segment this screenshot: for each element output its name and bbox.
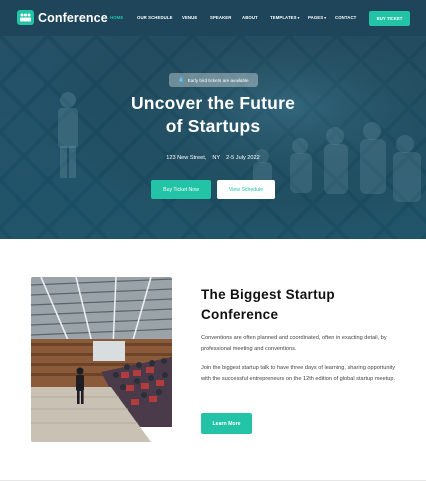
event-address: 123 New Street, [166,155,207,161]
early-bird-badge: 💧 Early bird tickets are available [169,73,258,87]
about-paragraph-1: Conventions are often planned and coordi… [201,335,387,352]
chevron-down-icon: ▾ [324,16,327,20]
event-city: NY [212,155,221,161]
view-schedule-button[interactable]: View Schedule [217,180,275,199]
learn-more-button[interactable]: Learn More [201,413,252,434]
buy-ticket-now-button[interactable]: Buy Ticket Now [151,180,211,199]
early-bird-text: Early bird tickets are available [187,77,249,83]
about-title-line2: Conference [201,307,279,322]
event-info: 123 New Street, NY 2-5 July 2022 [0,155,426,161]
hero-title-line2: of Startups [165,116,261,136]
nav-item-templates[interactable]: TEMPLATES▾ [270,15,300,20]
nav-item-schedule[interactable]: OUR SCHEDULE [137,15,173,20]
buy-ticket-button[interactable]: BUY TICKET [369,11,410,26]
nav-item-pages-label: PAGES [308,15,324,20]
hero-section: 💧 Early bird tickets are available Uncov… [0,36,426,239]
nav-item-venue[interactable]: VENUE [182,15,197,20]
section-divider [0,480,426,481]
nav-item-about[interactable]: ABOUT [242,15,258,20]
about-title-line1: The Biggest Startup [201,287,335,302]
event-dates: 2-5 July 2022 [226,155,260,161]
main-nav: HOME OUR SCHEDULE VENUE SPEAKER ABOUT TE… [0,15,426,23]
about-paragraph-2: Join the biggest startup talk to have th… [201,365,396,382]
chevron-down-icon: ▾ [297,16,300,20]
nav-item-contact[interactable]: CONTACT [335,15,356,20]
nav-item-templates-label: TEMPLATES [270,15,297,20]
site-header: Conference HOME OUR SCHEDULE VENUE SPEAK… [0,0,426,36]
conference-photo [31,277,172,442]
hero-title: Uncover the Future of Startups [0,92,426,138]
about-title: The Biggest Startup Conference [201,285,401,325]
nav-item-speaker[interactable]: SPEAKER [210,15,231,20]
nav-item-pages[interactable]: PAGES▾ [308,15,326,20]
hero-title-line1: Uncover the Future [130,93,296,113]
nav-item-home[interactable]: HOME [110,15,123,20]
drop-icon: 💧 [178,77,185,83]
